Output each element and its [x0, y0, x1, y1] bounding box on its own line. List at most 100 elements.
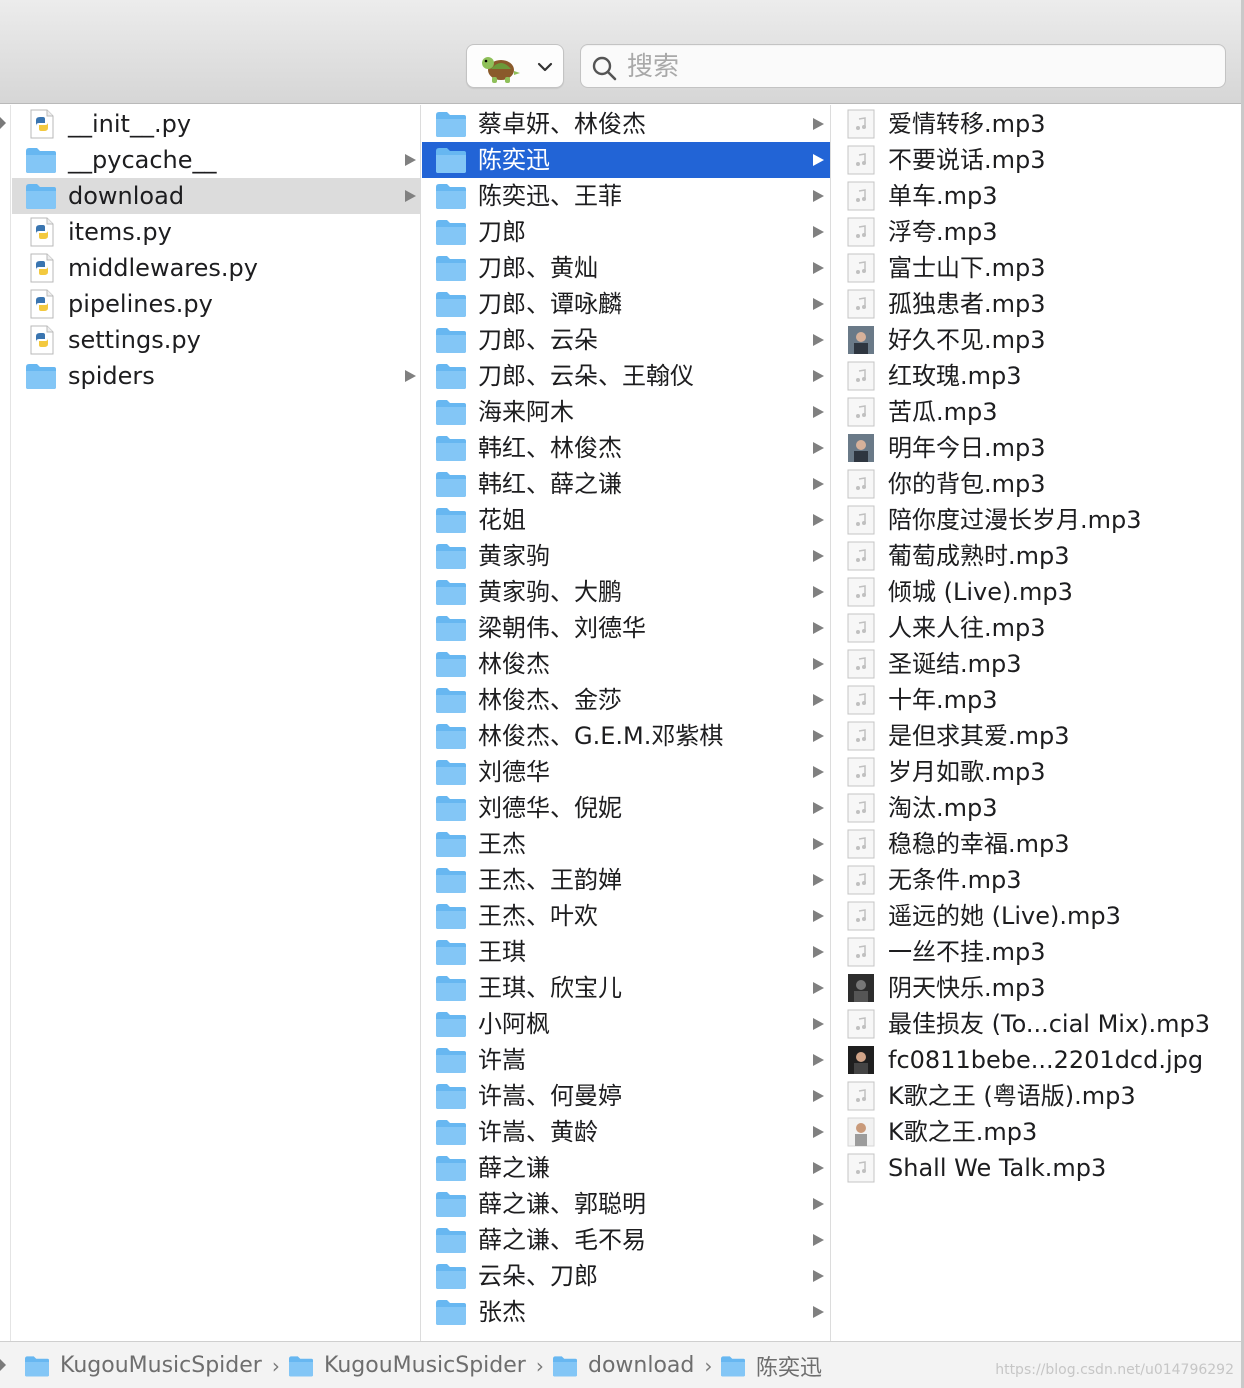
folder-row[interactable]: 王杰、叶欢	[422, 898, 830, 934]
folder-row[interactable]: 许嵩、黄龄	[422, 1114, 830, 1150]
file-row[interactable]: middlewares.py	[12, 250, 420, 286]
file-row[interactable]: 单车.mp3	[832, 178, 1244, 214]
folder-row[interactable]: 刀郎、云朵、王翰仪	[422, 358, 830, 394]
folder-row[interactable]: 王杰、王韵婵	[422, 862, 830, 898]
file-row[interactable]: 明年今日.mp3	[832, 430, 1244, 466]
file-row[interactable]: 红玫瑰.mp3	[832, 358, 1244, 394]
path-crumb[interactable]: KugouMusicSpider ›	[286, 1342, 544, 1388]
folder-row[interactable]: 陈奕迅	[422, 142, 830, 178]
folder-row[interactable]: 张杰	[422, 1294, 830, 1330]
search-input[interactable]	[627, 49, 1207, 85]
folder-row[interactable]: 薛之谦	[422, 1150, 830, 1186]
folder-row[interactable]: 韩红、林俊杰	[422, 430, 830, 466]
item-label: items.py	[68, 218, 172, 246]
column-project: __init__.py __pycache__ download items.py mi…	[0, 105, 421, 1341]
disclosure-arrow-icon	[813, 838, 824, 850]
disclosure-arrow-icon	[813, 658, 824, 670]
file-row[interactable]: 淘汰.mp3	[832, 790, 1244, 826]
folder-row[interactable]: 云朵、刀郎	[422, 1258, 830, 1294]
file-row[interactable]: 遥远的她 (Live).mp3	[832, 898, 1244, 934]
action-popup-button[interactable]	[466, 44, 564, 88]
item-label: 花姐	[478, 506, 526, 534]
file-row[interactable]: pipelines.py	[12, 286, 420, 322]
folder-row[interactable]: 薛之谦、毛不易	[422, 1222, 830, 1258]
folder-row[interactable]: 刘德华、倪妮	[422, 790, 830, 826]
folder-row[interactable]: 王琪	[422, 934, 830, 970]
folder-row[interactable]: 王杰	[422, 826, 830, 862]
item-label: spiders	[68, 362, 155, 390]
file-row[interactable]: 岁月如歌.mp3	[832, 754, 1244, 790]
folder-icon	[26, 364, 56, 389]
file-row[interactable]: 浮夸.mp3	[832, 214, 1244, 250]
folder-row[interactable]: 许嵩、何曼婷	[422, 1078, 830, 1114]
file-row[interactable]: fc0811bebe...2201dcd.jpg	[832, 1042, 1244, 1078]
folder-row[interactable]: 海来阿木	[422, 394, 830, 430]
folder-icon	[436, 976, 466, 1001]
folder-row[interactable]: 林俊杰、G.E.M.邓紫棋	[422, 718, 830, 754]
folder-row[interactable]: 韩红、薛之谦	[422, 466, 830, 502]
folder-row[interactable]: download	[12, 178, 420, 214]
file-row[interactable]: 苦瓜.mp3	[832, 394, 1244, 430]
audio-file-icon	[847, 757, 875, 787]
file-row[interactable]: 陪你度过漫长岁月.mp3	[832, 502, 1244, 538]
disclosure-arrow-icon	[813, 694, 824, 706]
file-row[interactable]: Shall We Talk.mp3	[832, 1150, 1244, 1186]
file-row[interactable]: 不要说话.mp3	[832, 142, 1244, 178]
folder-row[interactable]: 刀郎、黄灿	[422, 250, 830, 286]
folder-row[interactable]: 许嵩	[422, 1042, 830, 1078]
file-row[interactable]: K歌之王 (粤语版).mp3	[832, 1078, 1244, 1114]
item-label: 圣诞结.mp3	[888, 650, 1022, 678]
file-row[interactable]: 十年.mp3	[832, 682, 1244, 718]
crumb-label: download	[588, 1353, 695, 1378]
folder-row[interactable]: 王琪、欣宝儿	[422, 970, 830, 1006]
item-label: 张杰	[478, 1298, 526, 1326]
file-row[interactable]: 一丝不挂.mp3	[832, 934, 1244, 970]
file-row[interactable]: 最佳损友 (To...cial Mix).mp3	[832, 1006, 1244, 1042]
folder-row[interactable]: 刀郎、谭咏麟	[422, 286, 830, 322]
folder-row[interactable]: 薛之谦、郭聪明	[422, 1186, 830, 1222]
folder-icon	[436, 1228, 466, 1253]
file-row[interactable]: 倾城 (Live).mp3	[832, 574, 1244, 610]
file-row[interactable]: 葡萄成熟时.mp3	[832, 538, 1244, 574]
file-row[interactable]: items.py	[12, 214, 420, 250]
file-row[interactable]: 孤独患者.mp3	[832, 286, 1244, 322]
file-row[interactable]: 是但求其爱.mp3	[832, 718, 1244, 754]
folder-row[interactable]: 花姐	[422, 502, 830, 538]
path-overflow-indicator	[0, 1359, 6, 1371]
path-crumb[interactable]: KugouMusicSpider ›	[22, 1342, 280, 1388]
folder-row[interactable]: 梁朝伟、刘德华	[422, 610, 830, 646]
path-crumb[interactable]: 陈奕迅	[718, 1342, 822, 1388]
folder-row[interactable]: 林俊杰、金莎	[422, 682, 830, 718]
search-field[interactable]	[580, 44, 1226, 88]
file-row[interactable]: 富士山下.mp3	[832, 250, 1244, 286]
folder-row[interactable]: 蔡卓妍、林俊杰	[422, 106, 830, 142]
folder-row[interactable]: spiders	[12, 358, 420, 394]
folder-row[interactable]: 刘德华	[422, 754, 830, 790]
folder-row[interactable]: 小阿枫	[422, 1006, 830, 1042]
item-label: 韩红、林俊杰	[478, 434, 622, 462]
folder-row[interactable]: __pycache__	[12, 142, 420, 178]
folder-row[interactable]: 刀郎、云朵	[422, 322, 830, 358]
file-row[interactable]: 圣诞结.mp3	[832, 646, 1244, 682]
file-row[interactable]: 稳稳的幸福.mp3	[832, 826, 1244, 862]
folder-row[interactable]: 黄家驹	[422, 538, 830, 574]
folder-row[interactable]: 刀郎	[422, 214, 830, 250]
file-row[interactable]: 好久不见.mp3	[832, 322, 1244, 358]
item-label: 稳稳的幸福.mp3	[888, 830, 1070, 858]
file-row[interactable]: 阴天快乐.mp3	[832, 970, 1244, 1006]
item-label: 刀郎、黄灿	[478, 254, 598, 282]
item-label: 王杰、叶欢	[478, 902, 598, 930]
folder-row[interactable]: 陈奕迅、王菲	[422, 178, 830, 214]
folder-row[interactable]: 林俊杰	[422, 646, 830, 682]
file-row[interactable]: 人来人往.mp3	[832, 610, 1244, 646]
file-row[interactable]: 你的背包.mp3	[832, 466, 1244, 502]
item-label: pipelines.py	[68, 290, 213, 318]
audio-file-icon	[847, 1153, 875, 1183]
file-row[interactable]: settings.py	[12, 322, 420, 358]
folder-row[interactable]: 黄家驹、大鹏	[422, 574, 830, 610]
file-row[interactable]: 无条件.mp3	[832, 862, 1244, 898]
path-crumb[interactable]: download ›	[550, 1342, 712, 1388]
file-row[interactable]: K歌之王.mp3	[832, 1114, 1244, 1150]
file-row[interactable]: __init__.py	[12, 106, 420, 142]
file-row[interactable]: 爱情转移.mp3	[832, 106, 1244, 142]
